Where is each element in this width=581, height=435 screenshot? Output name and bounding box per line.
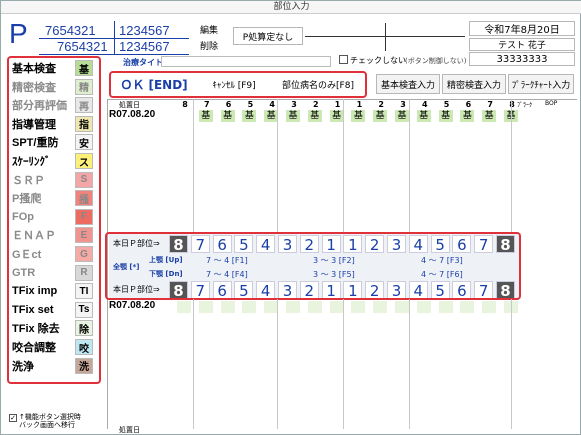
tooth-number: 6 (465, 100, 472, 109)
tooth-number: 6 (225, 100, 232, 109)
plaque-chart-input-button[interactable]: ﾌﾟﾗｰｸﾁｬｰﾄ入力 (508, 74, 574, 94)
patient-name: テスト 花子 (469, 38, 575, 51)
patient-id-a2: 7654321 (57, 39, 108, 54)
patient-id-b1: 1234567 (119, 23, 170, 38)
check-label: チェックしない (350, 56, 406, 65)
plaque-label: ﾌﾟﾗｰｸ (517, 102, 533, 109)
chart-cell[interactable]: 基 (481, 109, 498, 123)
detail-exam-input-button[interactable]: 精密検査入力 (442, 74, 506, 94)
toolbar-highlight (109, 71, 367, 98)
tooth-number: 4 (422, 100, 428, 109)
chart-cell-empty[interactable] (372, 300, 389, 314)
chart-cell-empty[interactable] (481, 300, 498, 314)
delete-button[interactable]: 削除 (195, 38, 223, 52)
chart-cell[interactable]: 基 (415, 109, 432, 123)
chart-cell-empty[interactable] (219, 300, 236, 314)
tooth-number: 5 (247, 100, 254, 109)
chart-cell[interactable]: 基 (350, 109, 367, 123)
treatment-title-input[interactable] (161, 56, 331, 67)
chart-cell-empty[interactable] (197, 300, 214, 314)
p-letter: P (9, 18, 28, 49)
chart-cell[interactable]: 基 (219, 109, 236, 123)
window: 部位入力 P 7654321 7654321 1234567 1234567 編… (0, 0, 581, 435)
patient-number: 33333333 (469, 52, 575, 66)
basic-exam-input-button[interactable]: 基本検査入力 (376, 74, 440, 94)
bop-label: BOP (545, 100, 558, 107)
chart-cell-empty[interactable] (437, 300, 454, 314)
chart-cell[interactable]: 基 (197, 109, 214, 123)
chart-footer-label: 処置日 (119, 426, 140, 434)
chart-cell-empty[interactable] (459, 300, 476, 314)
chart-cell-empty[interactable] (415, 300, 432, 314)
check-box[interactable] (339, 55, 348, 64)
chart-cell[interactable]: 基 (459, 109, 476, 123)
patient-id-b2: 1234567 (119, 39, 170, 54)
chart-cell[interactable]: 基 (285, 109, 301, 123)
tooth-number: 8 (182, 100, 188, 109)
chart-date-2: R07.08.20 (109, 300, 156, 311)
chart-cell[interactable]: 基 (306, 109, 323, 123)
chart-cell-empty[interactable] (176, 300, 192, 314)
chart-cell-empty[interactable] (241, 300, 258, 314)
tooth-number: 1 (356, 100, 363, 109)
tooth-number: 3 (291, 100, 297, 109)
p-status-field[interactable]: P処算定なし (233, 27, 303, 45)
sidebar-highlight (7, 56, 101, 384)
window-title: 部位入力 (1, 1, 581, 14)
bottom-check-text: ↑機能ボタン選択時 バック画面へ移行 (19, 413, 81, 429)
patient-id-a1: 7654321 (45, 23, 96, 38)
chart-cell[interactable]: 基 (437, 109, 454, 123)
chart-cell-empty[interactable] (350, 300, 367, 314)
part-panel-highlight (105, 232, 521, 300)
check-hint: (ボタン制御しない) (405, 57, 467, 65)
chart-cell[interactable]: 基 (372, 109, 389, 123)
bottom-checkbox[interactable]: ✓ (9, 414, 17, 422)
edit-button[interactable]: 編集 (195, 22, 223, 36)
tooth-number: 7 (487, 100, 493, 109)
chart-cell-empty[interactable] (306, 300, 323, 314)
chart-cell-empty[interactable] (285, 300, 301, 314)
tooth-number: 5 (443, 100, 450, 109)
chart-cell-empty[interactable] (394, 300, 410, 314)
date-field: 令和7年8月20日 (469, 21, 575, 36)
tooth-number: 7 (204, 100, 210, 109)
chart-cell[interactable]: 基 (241, 109, 258, 123)
chart-cell[interactable]: 基 (394, 109, 410, 123)
chart-date: R07.08.20 (109, 109, 156, 120)
tooth-number: 2 (313, 100, 319, 109)
tooth-number: 2 (378, 100, 384, 109)
